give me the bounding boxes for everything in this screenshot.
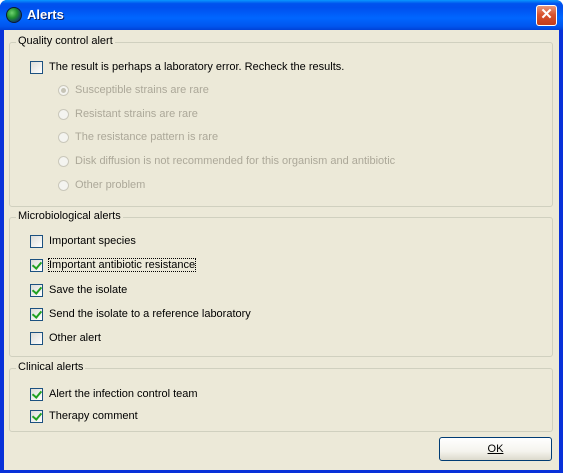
ok-button[interactable]: OK — [439, 437, 552, 461]
ok-button-label: OK — [487, 443, 504, 455]
send-reference-lab-row[interactable]: Send the isolate to a reference laborato… — [30, 306, 251, 322]
checkbox-label: Send the isolate to a reference laborato… — [49, 308, 251, 320]
checkbox-label: Save the isolate — [49, 284, 128, 296]
radio-button[interactable] — [58, 131, 69, 143]
radio-label: Disk diffusion is not recommended for th… — [75, 155, 396, 167]
important-resistance-row[interactable]: Important antibiotic resistance — [30, 257, 197, 273]
radio-label: The resistance pattern is rare — [75, 131, 219, 143]
important-species-row[interactable]: Important species — [30, 233, 136, 249]
radio-button[interactable] — [58, 179, 69, 191]
other-alert-checkbox[interactable] — [30, 331, 43, 345]
clinical-alerts-group: Clinical alerts Alert the infection cont… — [9, 361, 553, 432]
radio-label: Resistant strains are rare — [75, 108, 198, 120]
checkbox-label: Important species — [49, 235, 136, 247]
therapy-comment-checkbox[interactable] — [30, 409, 43, 423]
recheck-results-checkbox[interactable] — [30, 60, 43, 74]
window-title: Alerts — [27, 7, 64, 22]
recheck-results-label: The result is perhaps a laboratory error… — [49, 61, 345, 73]
send-reference-lab-checkbox[interactable] — [30, 307, 43, 321]
title-bar[interactable]: Alerts ✕ — [0, 0, 563, 30]
dialog-client-area: Quality control alert The result is perh… — [4, 30, 559, 470]
quality-control-legend: Quality control alert — [16, 35, 115, 47]
microbiological-alerts-legend: Microbiological alerts — [16, 210, 123, 222]
checkbox-label: Important antibiotic resistance — [47, 258, 197, 272]
other-alert-row[interactable]: Other alert — [30, 330, 101, 346]
radio-resistant-rare[interactable]: Resistant strains are rare — [58, 106, 198, 122]
close-icon: ✕ — [540, 6, 553, 23]
quality-control-group: Quality control alert The result is perh… — [9, 35, 553, 207]
microbiological-alerts-group: Microbiological alerts Important species… — [9, 210, 553, 357]
radio-pattern-rare[interactable]: The resistance pattern is rare — [58, 129, 218, 145]
radio-label: Other problem — [75, 179, 146, 191]
checkbox-label: Therapy comment — [49, 410, 138, 422]
radio-button[interactable] — [58, 84, 69, 96]
infection-control-row[interactable]: Alert the infection control team — [30, 386, 198, 402]
save-isolate-checkbox[interactable] — [30, 283, 43, 297]
globe-app-icon — [6, 7, 22, 23]
radio-susceptible-rare[interactable]: Susceptible strains are rare — [58, 82, 209, 98]
alerts-dialog: Alerts ✕ Quality control alert The resul… — [0, 0, 563, 473]
radio-label: Susceptible strains are rare — [75, 84, 209, 96]
radio-other-problem[interactable]: Other problem — [58, 177, 145, 193]
close-button[interactable]: ✕ — [536, 5, 557, 26]
recheck-results-checkbox-row[interactable]: The result is perhaps a laboratory error… — [30, 59, 344, 75]
important-resistance-checkbox[interactable] — [30, 258, 43, 272]
checkbox-label: Other alert — [49, 332, 101, 344]
checkbox-label: Alert the infection control team — [49, 388, 198, 400]
radio-button[interactable] — [58, 155, 69, 167]
infection-control-checkbox[interactable] — [30, 387, 43, 401]
therapy-comment-row[interactable]: Therapy comment — [30, 408, 138, 424]
radio-button[interactable] — [58, 108, 69, 120]
save-isolate-row[interactable]: Save the isolate — [30, 282, 127, 298]
clinical-alerts-legend: Clinical alerts — [16, 361, 86, 373]
radio-disk-diffusion[interactable]: Disk diffusion is not recommended for th… — [58, 153, 395, 169]
important-species-checkbox[interactable] — [30, 234, 43, 248]
